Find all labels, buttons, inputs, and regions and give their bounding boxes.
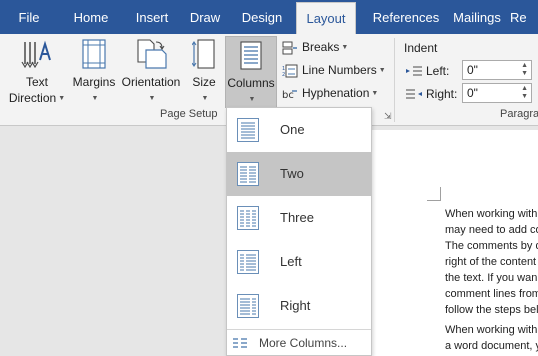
columns-label: Columns xyxy=(227,76,275,90)
size-caret: ▼ xyxy=(186,90,222,107)
menu-item-label: Three xyxy=(280,210,314,225)
chevron-down-icon: ▼ xyxy=(58,94,66,102)
tab-home[interactable]: Home xyxy=(58,0,124,34)
indent-left-label: Left: xyxy=(405,62,449,80)
doc-line: The comments by d xyxy=(445,240,538,252)
menu-item-label: Left xyxy=(280,254,302,269)
menu-item-three-columns[interactable]: Three xyxy=(227,196,371,240)
orientation-label: Orientation xyxy=(121,75,181,89)
right-column-icon xyxy=(237,294,259,318)
indent-left-input[interactable]: 0" ▲ ▼ xyxy=(462,60,532,80)
orientation-icon xyxy=(137,39,167,69)
chevron-down-icon: ▼ xyxy=(148,94,156,102)
size-icon xyxy=(192,39,215,69)
menu-item-more-columns[interactable]: More Columns... xyxy=(227,330,371,356)
tab-mailings[interactable]: Mailings xyxy=(444,0,510,34)
tab-review[interactable]: Re xyxy=(510,0,538,34)
one-column-icon xyxy=(237,118,259,142)
doc-line: right of the content xyxy=(445,256,537,268)
tab-draw[interactable]: Draw xyxy=(180,0,230,34)
margins-caret: ▼ xyxy=(70,90,118,107)
chevron-down-icon: ▼ xyxy=(91,94,99,102)
orientation-caret: ▼ xyxy=(118,90,184,107)
orientation-button[interactable]: Orientation ▼ xyxy=(118,34,184,106)
margin-corner-mark xyxy=(427,200,441,201)
breaks-label: Breaks xyxy=(302,40,340,54)
text-direction-label-2: Direction ▼ xyxy=(4,90,70,107)
chevron-down-icon: ▼ xyxy=(371,89,379,97)
breaks-icon xyxy=(282,41,297,55)
line-numbers-button[interactable]: 1 2 Line Numbers ▼ xyxy=(282,61,386,80)
indent-left-value: 0" xyxy=(467,63,478,77)
page-setup-launcher-icon[interactable]: ⇲ xyxy=(384,111,392,122)
text-direction-icon xyxy=(21,40,51,69)
tab-file[interactable]: File xyxy=(0,0,58,34)
doc-line: the text. If you wan xyxy=(445,272,538,284)
doc-line: When working with xyxy=(445,324,538,336)
indent-right-label-text: Right: xyxy=(426,87,458,101)
tab-references[interactable]: References xyxy=(358,0,454,34)
chevron-down-icon: ▼ xyxy=(378,66,386,74)
spinner-arrows-icon[interactable]: ▲ ▼ xyxy=(521,62,528,78)
size-button[interactable]: Size ▼ xyxy=(186,34,222,106)
margin-corner-mark xyxy=(440,187,441,201)
left-column-icon xyxy=(237,250,259,274)
menu-item-right-column[interactable]: Right xyxy=(227,284,371,328)
text-direction-label-1: Text xyxy=(25,75,48,89)
text-direction-button[interactable]: Text Direction ▼ xyxy=(4,34,70,106)
tab-design[interactable]: Design xyxy=(230,0,294,34)
menu-item-one-column[interactable]: One xyxy=(227,108,371,152)
text-direction-label-text: Direction xyxy=(8,91,57,105)
group-separator xyxy=(394,38,395,122)
more-columns-label: More Columns... xyxy=(259,336,348,350)
indent-right-value: 0" xyxy=(467,86,478,100)
doc-line: comment lines from xyxy=(445,288,538,300)
indent-right-label: Right: xyxy=(405,85,457,103)
page-setup-group-label: Page Setup xyxy=(160,108,218,120)
indent-left-icon xyxy=(406,66,422,76)
doc-line: follow the steps bel xyxy=(445,304,538,316)
breaks-button[interactable]: Breaks ▼ xyxy=(282,38,348,57)
tab-layout[interactable]: Layout xyxy=(296,2,356,34)
margins-icon xyxy=(82,39,106,69)
hyphenation-label: Hyphenation xyxy=(302,86,370,100)
svg-text:2: 2 xyxy=(282,72,285,78)
indent-right-input[interactable]: 0" ▲ ▼ xyxy=(462,83,532,103)
chevron-down-icon: ▼ xyxy=(341,43,349,51)
columns-caret: ▼ xyxy=(226,91,276,108)
columns-icon xyxy=(240,41,262,70)
three-columns-icon xyxy=(237,206,259,230)
doc-line: a word document, y xyxy=(445,340,538,352)
chevron-down-icon: ▼ xyxy=(201,94,209,102)
tab-insert[interactable]: Insert xyxy=(124,0,180,34)
chevron-down-icon: ▼ xyxy=(248,95,256,103)
hyphenation-button[interactable]: bc Hyphenation ▼ xyxy=(282,84,378,103)
menu-item-label: One xyxy=(280,122,305,137)
menu-item-left-column[interactable]: Left xyxy=(227,240,371,284)
line-numbers-icon: 1 2 xyxy=(282,64,298,78)
columns-button[interactable]: Columns ▼ xyxy=(225,36,277,108)
more-columns-icon xyxy=(233,338,247,348)
two-columns-icon xyxy=(237,162,259,186)
menu-item-label: Two xyxy=(280,166,304,181)
doc-line: When working with xyxy=(445,208,538,220)
margins-button[interactable]: Margins ▼ xyxy=(70,34,118,106)
menu-item-two-columns[interactable]: Two xyxy=(227,152,371,196)
indent-right-icon xyxy=(406,89,422,99)
line-numbers-label: Line Numbers xyxy=(302,63,377,77)
columns-dropdown-menu: One Two Three Left Right More Columns... xyxy=(226,107,372,356)
size-label: Size xyxy=(192,75,216,89)
menu-item-label: Right xyxy=(280,298,311,313)
paragraph-group-label: Paragra xyxy=(500,108,538,120)
spinner-arrows-icon[interactable]: ▲ ▼ xyxy=(521,85,528,101)
margins-label: Margins xyxy=(72,75,116,89)
doc-line: may need to add co xyxy=(445,224,538,236)
indent-title: Indent xyxy=(404,41,438,55)
indent-left-label-text: Left: xyxy=(426,64,450,78)
hyphenation-icon: bc xyxy=(282,90,297,101)
ribbon-tab-bar: File Home Insert Draw Design Layout Refe… xyxy=(0,0,538,34)
